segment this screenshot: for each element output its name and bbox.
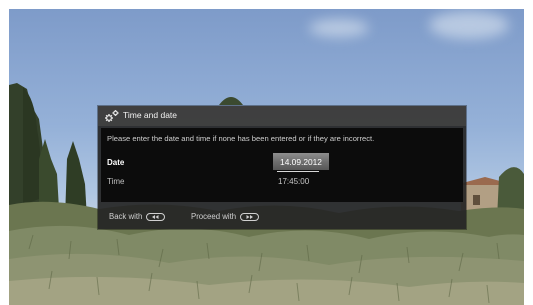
proceed-button[interactable]: Proceed with: [191, 212, 260, 221]
background-window: [473, 195, 480, 205]
time-date-dialog: Time and date Please enter the date and …: [98, 106, 466, 229]
dialog-footer: Back with Proceed with: [98, 205, 466, 229]
gears-icon: [104, 109, 120, 123]
date-field-underline: [277, 171, 319, 172]
date-field[interactable]: 14.09.2012: [273, 153, 329, 170]
instruction-text: Please enter the date and time if none h…: [107, 134, 375, 143]
rewind-key-icon: [146, 212, 166, 221]
date-value: 14.09.2012: [280, 157, 322, 167]
back-button[interactable]: Back with: [109, 212, 166, 221]
dialog-title: Time and date: [123, 110, 178, 120]
proceed-label: Proceed with: [191, 212, 237, 221]
time-field[interactable]: 17:45:00: [278, 177, 309, 186]
back-label: Back with: [109, 212, 143, 221]
background-tree: [219, 97, 243, 105]
dialog-content: Please enter the date and time if none h…: [101, 128, 463, 202]
fast-forward-key-icon: [240, 212, 260, 221]
dialog-header: Time and date: [98, 106, 466, 126]
background-tree: [23, 87, 41, 205]
tv-screen: Time and date Please enter the date and …: [9, 9, 524, 305]
date-label: Date: [107, 158, 125, 167]
time-label: Time: [107, 177, 125, 186]
